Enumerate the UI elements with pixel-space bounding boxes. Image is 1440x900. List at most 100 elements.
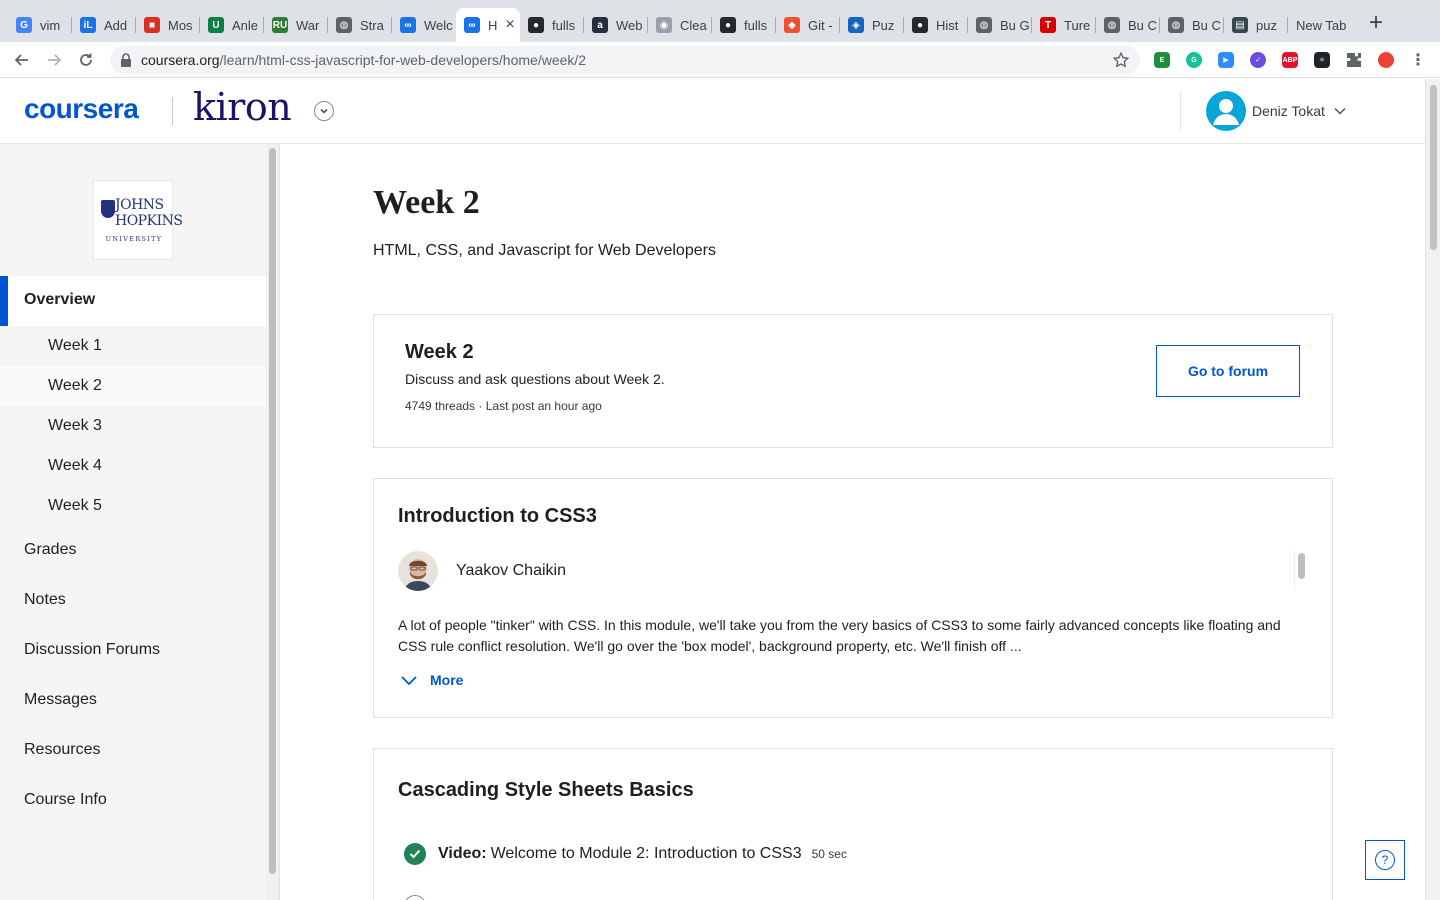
sidebar-item-week-2[interactable]: Week 2 (0, 366, 266, 406)
browser-tab[interactable]: ◍ Bu G (968, 8, 1032, 42)
globe-icon: ◍ (976, 17, 992, 33)
browser-tab[interactable]: RU War (264, 8, 328, 42)
browser-tab[interactable]: New Tab (1288, 8, 1358, 42)
help-button[interactable]: ? (1365, 840, 1405, 880)
sidebar-item-course-info[interactable]: Course Info (0, 776, 266, 826)
browser-tab-active[interactable]: ∞ H × (456, 8, 520, 42)
browser-tab[interactable]: ◈ Puz (840, 8, 904, 42)
forum-meta: 4749 threads · Last post an hour ago (405, 399, 602, 413)
module-description: A lot of people "tinker" with CSS. In th… (398, 617, 1281, 654)
instructor-scrollbar[interactable] (1294, 551, 1308, 591)
address-bar[interactable]: coursera.org/learn/html-css-javascript-f… (110, 46, 1140, 74)
user-name[interactable]: Deniz Tokat (1252, 103, 1325, 119)
sidebar-item-week-3[interactable]: Week 3 (0, 406, 266, 446)
react-devtools-extension-icon[interactable]: ⚛ (1314, 52, 1330, 68)
sidebar-scrollbar[interactable] (266, 144, 280, 900)
bookmark-star-icon[interactable] (1112, 51, 1130, 69)
header-divider (1180, 91, 1181, 131)
tab-title: Stra (360, 17, 384, 33)
page-scrollbar[interactable] (1425, 79, 1440, 900)
forward-button[interactable] (42, 48, 66, 72)
instructor-avatar[interactable] (398, 551, 438, 591)
close-tab-icon[interactable]: × (505, 16, 514, 34)
browser-tab[interactable]: ▤ puz (1224, 8, 1288, 42)
browser-menu-icon[interactable]: ⋮ (1410, 52, 1426, 69)
sidebar-item-resources[interactable]: Resources (0, 726, 266, 776)
browser-tab[interactable]: ◆ Git - (776, 8, 840, 42)
sidebar-item-week-5[interactable]: Week 5 (0, 486, 266, 526)
browser-tab[interactable]: ● Hist (904, 8, 968, 42)
page-title: Week 2 (373, 184, 480, 221)
module-card: Introduction to CSS3 Yaakov Chaikin A lo… (373, 478, 1333, 718)
sidebar-item-week-4[interactable]: Week 4 (0, 446, 266, 486)
browser-tab[interactable]: ● fulls (520, 8, 584, 42)
git-icon: ◆ (784, 17, 800, 33)
partner-dropdown-button[interactable] (314, 101, 334, 121)
new-tab-button[interactable]: + (1364, 11, 1388, 36)
completed-check-icon (404, 843, 426, 865)
tab-title: Web (616, 17, 643, 33)
scrollbar-thumb[interactable] (1430, 85, 1437, 250)
help-question-icon: ? (1375, 850, 1395, 870)
browser-tab[interactable]: ● fulls (712, 8, 776, 42)
google-icon: G (16, 17, 32, 33)
coursera-logo[interactable]: coursera (24, 93, 139, 125)
browser-tab[interactable]: T Ture (1032, 8, 1096, 42)
browser-tab[interactable]: ∞ Welc (392, 8, 456, 42)
browser-tab[interactable]: a Web (584, 8, 648, 42)
reload-button[interactable] (74, 48, 98, 72)
tab-title: Puz (872, 17, 895, 33)
browser-tab[interactable]: Gvim (8, 8, 72, 42)
sidebar-item-discussion-forums[interactable]: Discussion Forums (0, 626, 266, 676)
back-arrow-icon (14, 54, 28, 66)
sidebar-item-week-1[interactable]: Week 1 (0, 326, 266, 366)
chevron-down-icon (320, 108, 328, 114)
browser-tab[interactable]: ■ Mos (136, 8, 200, 42)
browser-tab[interactable]: ◍ Stra (328, 8, 392, 42)
sidebar-item-overview[interactable]: Overview (0, 276, 266, 326)
lesson-item[interactable]: Video: Welcome to Module 2: Introduction… (404, 843, 847, 865)
instructor-name[interactable]: Yaakov Chaikin (456, 562, 566, 580)
tab-title: vim (40, 17, 61, 33)
tab-title: Clea (680, 17, 707, 33)
lock-icon (121, 53, 131, 67)
profile-avatar-icon[interactable] (1378, 52, 1394, 68)
github-icon: ● (528, 17, 544, 33)
address-url: coursera.org/learn/html-css-javascript-f… (141, 52, 587, 68)
sidebar-item-notes[interactable]: Notes (0, 576, 266, 626)
tab-title: Hist (936, 17, 959, 33)
grammarly-extension-icon[interactable]: G (1186, 52, 1202, 68)
browser-tab-strip: Gvim iL Add ■ Mos U Anle RU War ◍ Stra ∞ Welc ∞ H × ● ful… (0, 0, 1440, 42)
globe-icon: ◍ (1168, 17, 1184, 33)
back-button[interactable] (10, 48, 34, 72)
university-shield-icon (101, 200, 115, 218)
forward-arrow-icon (48, 54, 62, 66)
browser-tab[interactable]: ◉ Clea (648, 8, 712, 42)
extensions-puzzle-icon[interactable] (1346, 52, 1362, 68)
browser-tab[interactable]: ◍ Bu C (1096, 8, 1160, 42)
kiron-logo[interactable]: kiron (193, 85, 292, 129)
tab-title: Welc (424, 17, 453, 33)
check-extension-icon[interactable]: ✓ (1250, 52, 1266, 68)
browser-tab[interactable]: U Anle (200, 8, 264, 42)
zoom-extension-icon[interactable]: ▶ (1218, 52, 1234, 68)
browser-tab[interactable]: iL Add (72, 8, 136, 42)
il-icon: iL (80, 17, 96, 33)
amazon-icon: a (592, 17, 608, 33)
chevron-down-icon[interactable] (1334, 107, 1346, 115)
globe-icon: ◍ (1104, 17, 1120, 33)
evernote-extension-icon[interactable]: E (1154, 52, 1170, 68)
browser-tab[interactable]: ◍ Bu C (1160, 8, 1224, 42)
adblock-extension-icon[interactable]: ABP (1282, 52, 1298, 68)
user-avatar[interactable] (1206, 91, 1246, 131)
lesson-name[interactable]: Welcome to Module 2: Introduction to CSS… (491, 845, 802, 863)
more-button[interactable]: More (400, 672, 463, 688)
scrollbar-thumb[interactable] (1298, 553, 1305, 579)
tab-title: Mos (168, 17, 193, 33)
go-to-forum-button[interactable]: Go to forum (1156, 345, 1300, 397)
sidebar-item-messages[interactable]: Messages (0, 676, 266, 726)
sidebar-item-grades[interactable]: Grades (0, 526, 266, 576)
scrollbar-thumb[interactable] (269, 148, 276, 874)
grid-icon: ■ (144, 17, 160, 33)
lesson-type: Video: (438, 845, 487, 862)
